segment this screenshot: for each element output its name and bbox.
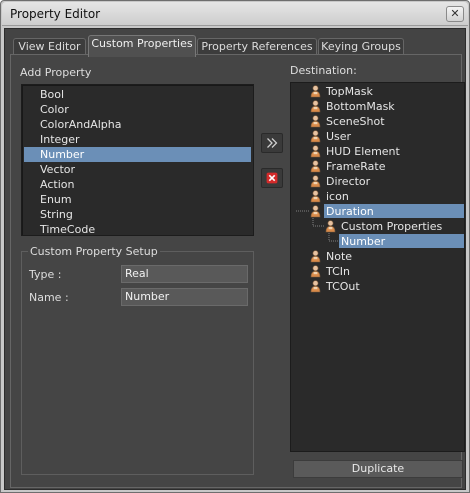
tree-node-label: TopMask [326, 85, 373, 98]
close-icon: ✕ [450, 7, 460, 20]
list-item[interactable]: String [24, 207, 251, 222]
property-editor-window: Property Editor ✕ View Editor Custom Pro… [0, 0, 470, 493]
name-label: Name : [29, 291, 69, 304]
list-item[interactable]: Action [24, 177, 251, 192]
actor-icon [309, 280, 322, 293]
tab-label: Property References [201, 40, 313, 53]
actor-icon [309, 160, 322, 173]
actor-icon [309, 190, 322, 203]
list-item[interactable]: Integer [24, 132, 251, 147]
tree-node-label: HUD Element [326, 145, 400, 158]
double-chevron-right-icon [267, 138, 278, 148]
title-bar[interactable]: Property Editor ✕ [2, 2, 468, 26]
type-label: Type : [29, 268, 62, 281]
custom-properties-panel: Add Property Bool Color ColorAndAlpha In… [10, 54, 465, 488]
actor-icon [309, 115, 322, 128]
destination-label: Destination: [290, 64, 357, 77]
add-property-list[interactable]: Bool Color ColorAndAlpha Integer Number … [21, 84, 254, 236]
actor-icon [309, 265, 322, 278]
actor-icon [309, 175, 322, 188]
tree-node-label: TCIn [326, 265, 350, 278]
list-item[interactable]: Color [24, 102, 251, 117]
type-field[interactable]: Real [121, 265, 248, 283]
red-x-icon [266, 172, 278, 184]
actor-icon [309, 145, 322, 158]
list-item[interactable]: ColorAndAlpha [24, 117, 251, 132]
tree-node-label: FrameRate [326, 160, 386, 173]
tab-label: Keying Groups [321, 40, 401, 53]
add-property-label: Add Property [20, 66, 92, 79]
tree-node-label: User [326, 130, 352, 143]
remove-property-button[interactable] [261, 168, 283, 188]
destination-tree[interactable]: TopMask BottomMask SceneShot User HUD El… [290, 82, 465, 452]
list-item[interactable]: Enum [24, 192, 251, 207]
actor-icon [309, 100, 322, 113]
list-item[interactable]: Bool [24, 87, 251, 102]
duplicate-button[interactable]: Duplicate [293, 460, 463, 478]
tree-node-label: SceneShot [326, 115, 385, 128]
actor-icon [309, 205, 322, 218]
list-item[interactable]: TimeCode [24, 222, 251, 235]
list-item-selected[interactable]: Number [24, 147, 251, 162]
tree-node-label: Number [341, 235, 386, 248]
actor-icon [309, 130, 322, 143]
actor-icon [309, 250, 322, 263]
custom-property-setup-group: Custom Property Setup Type : Real Name :… [21, 245, 254, 475]
tab-label: Custom Properties [91, 37, 193, 50]
tree-node-label: icon [326, 190, 349, 203]
tree-node-label: Duration [326, 205, 374, 218]
actor-icon [324, 220, 337, 233]
tree-node-label: Custom Properties [341, 220, 443, 233]
list-item[interactable]: Vector [24, 162, 251, 177]
group-title: Custom Property Setup [28, 245, 160, 258]
actor-icon [309, 85, 322, 98]
close-button[interactable]: ✕ [446, 6, 464, 22]
tree-node-label: TCOut [326, 280, 360, 293]
tree-node-label: BottomMask [326, 100, 395, 113]
add-to-destination-button[interactable] [261, 133, 283, 153]
tab-custom-properties[interactable]: Custom Properties [88, 35, 196, 57]
duplicate-label: Duplicate [351, 462, 405, 475]
window-title: Property Editor [10, 7, 101, 21]
client-area: View Editor Custom Properties Property R… [4, 28, 466, 490]
tab-label: View Editor [18, 40, 81, 53]
name-field[interactable]: Number [121, 288, 248, 306]
tree-node-label: Note [326, 250, 353, 263]
tree-node-label: Director [326, 175, 371, 188]
